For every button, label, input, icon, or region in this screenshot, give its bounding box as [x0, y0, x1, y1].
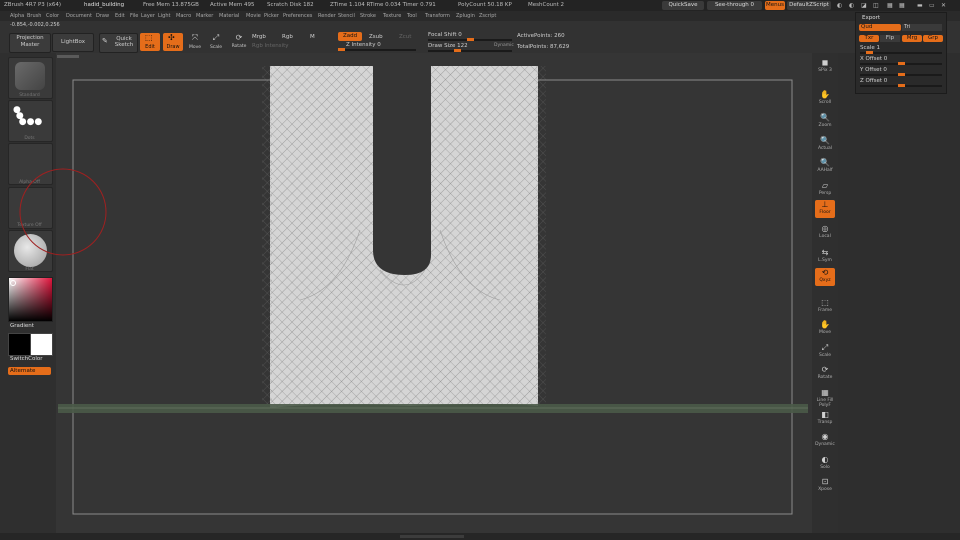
- scale-icon: ⤢: [821, 343, 829, 352]
- scroll-icon: ✋: [820, 90, 830, 99]
- grp-button[interactable]: Grp: [923, 35, 943, 42]
- right-shelf-qxyz[interactable]: ⟲ Qxyz: [815, 268, 835, 286]
- zoom-icon: 🔍: [820, 113, 830, 122]
- floor-icon: ⊥: [821, 200, 829, 209]
- right-shelf-label: Persp: [818, 191, 832, 196]
- persp-icon: ▱: [821, 181, 829, 190]
- local-icon: ◎: [821, 224, 829, 233]
- right-shelf-label: Solo: [820, 465, 830, 470]
- rotate-icon: ⟳: [821, 365, 829, 374]
- right-shelf-xpose[interactable]: ⊡ Xpose: [815, 477, 835, 495]
- qud-button[interactable]: Qud: [859, 24, 901, 31]
- bottom-tray: [0, 533, 960, 540]
- building-opening: [373, 66, 431, 275]
- right-shelf-aahalf[interactable]: 🔍 AAHalf: [815, 158, 835, 176]
- right-shelf-label: Floor: [819, 210, 831, 215]
- right-shelf-label: Zoom: [818, 123, 832, 128]
- right-shelf-move[interactable]: ✋ Move: [815, 320, 835, 338]
- left-edge-wireframe: [262, 66, 272, 408]
- right-shelf-zoom[interactable]: 🔍 Zoom: [815, 113, 835, 131]
- right-shelf-persp[interactable]: ▱ Persp: [815, 181, 835, 199]
- actual-icon: 🔍: [820, 136, 830, 145]
- right-shelf-solo[interactable]: ◐ Solo: [815, 455, 835, 473]
- right-shelf-floor[interactable]: ⊥ Floor: [815, 200, 835, 218]
- right-shelf-label: Line Fill PolyF: [816, 398, 834, 408]
- right-shelf-scroll[interactable]: ✋ Scroll: [815, 90, 835, 108]
- spix-icon: ◼: [821, 58, 829, 67]
- lsym-icon: ⇆: [821, 248, 829, 257]
- right-shelf-label: Transp: [817, 420, 833, 425]
- right-shelf-label: Move: [818, 330, 832, 335]
- bottom-tray-handle[interactable]: [400, 535, 464, 538]
- right-shelf-label: Frame: [817, 308, 833, 313]
- right-edge-wireframe: [536, 66, 546, 408]
- frame-icon: ⬚: [821, 298, 829, 307]
- txr-button[interactable]: Txr: [859, 35, 879, 42]
- y-offset-slider[interactable]: Y Offset 0: [860, 67, 887, 73]
- dynamic-icon: ◉: [821, 432, 829, 441]
- right-shelf-label: Scale: [818, 353, 832, 358]
- solo-icon: ◐: [821, 455, 829, 464]
- right-shelf-label: AAHalf: [817, 168, 833, 173]
- right-shelf-transp[interactable]: ◧ Transp: [815, 410, 835, 428]
- aahalf-icon: 🔍: [820, 158, 830, 167]
- right-shelf-label: Scroll: [818, 100, 832, 105]
- right-shelf-rotate[interactable]: ⟳ Rotate: [815, 365, 835, 383]
- right-shelf-local[interactable]: ◎ Local: [815, 224, 835, 242]
- right-shelf-scale[interactable]: ⤢ Scale: [815, 343, 835, 361]
- scale-knob[interactable]: [866, 51, 873, 54]
- right-shelf-line-fill-polyf[interactable]: ▦ Line Fill PolyF: [815, 388, 835, 408]
- flp-button[interactable]: Flp: [880, 35, 900, 42]
- right-shelf-label: Local: [819, 234, 831, 239]
- x-offset-knob[interactable]: [898, 62, 905, 65]
- right-shelf-dynamic[interactable]: ◉ Dynamic: [815, 432, 835, 450]
- tri-button[interactable]: Tri: [902, 24, 942, 31]
- brush-cursor-circle: [19, 168, 107, 256]
- right-shelf-label: L.Sym: [818, 258, 832, 263]
- z-offset-knob[interactable]: [898, 84, 905, 87]
- export-title: Export: [862, 15, 881, 21]
- xpose-icon: ⊡: [821, 477, 829, 486]
- mrg-button[interactable]: Mrg: [902, 35, 922, 42]
- right-shelf-actual[interactable]: 🔍 Actual: [815, 136, 835, 154]
- building-mesh: [262, 66, 546, 408]
- move-icon: ✋: [820, 320, 830, 329]
- xyz-icon: ⟲: [821, 268, 829, 277]
- right-shelf-l-sym[interactable]: ⇆ L.Sym: [815, 248, 835, 266]
- export-panel: Export Qud Tri Txr Flp Mrg Grp Scale 1 X…: [855, 12, 947, 94]
- right-shelf-spix-3[interactable]: ◼ SPix 3: [815, 58, 835, 76]
- polyframe-icon: ▦: [821, 388, 829, 397]
- right-shelf-label: Actual: [817, 146, 833, 151]
- right-shelf-label: SPix 3: [818, 68, 832, 73]
- x-offset-slider[interactable]: X Offset 0: [860, 56, 887, 62]
- right-shelf-label: Dynamic: [815, 442, 835, 447]
- z-offset-slider[interactable]: Z Offset 0: [860, 78, 887, 84]
- right-shelf-frame[interactable]: ⬚ Frame: [815, 298, 835, 316]
- y-offset-knob[interactable]: [898, 73, 905, 76]
- right-shelf-label: Xpose: [818, 487, 832, 492]
- transp-icon: ◧: [821, 410, 829, 419]
- right-shelf-label: Qxyz: [819, 278, 831, 283]
- right-shelf-label: Rotate: [817, 375, 833, 380]
